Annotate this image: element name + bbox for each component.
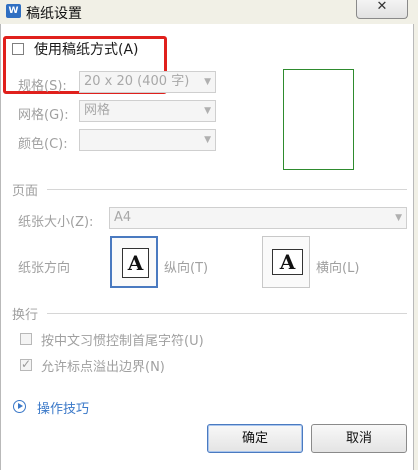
portrait-page-icon: A <box>122 248 149 278</box>
use-manuscript-label[interactable]: 使用稿纸方式(A) <box>34 39 139 59</box>
grid-select[interactable]: 网格 ▼ <box>79 100 216 122</box>
paper-size-select[interactable]: A4 ▼ <box>109 207 407 229</box>
close-button[interactable]: ✕ <box>356 0 408 19</box>
color-label: 颜色(C): <box>18 137 68 152</box>
use-manuscript-checkbox[interactable] <box>12 43 24 55</box>
page-section-title: 页面 <box>12 184 39 199</box>
grid-label: 网格(G): <box>18 108 69 123</box>
spec-select-value: 20 x 20 (400 字) <box>84 74 190 89</box>
chevron-down-icon: ▼ <box>204 106 211 116</box>
window-title: 稿纸设置 <box>26 6 82 22</box>
tips-link[interactable]: 操作技巧 <box>37 398 89 417</box>
landscape-button[interactable]: A <box>262 236 310 288</box>
chevron-down-icon: ▼ <box>395 213 402 223</box>
landscape-page-icon: A <box>272 249 303 275</box>
paper-size-label: 纸张大小(Z): <box>18 215 94 230</box>
orientation-label: 纸张方向 <box>18 261 71 276</box>
cancel-button[interactable]: 取消 <box>311 424 407 453</box>
grid-select-value: 网格 <box>84 103 111 118</box>
wrap-option2-checkbox[interactable] <box>20 357 32 371</box>
color-select[interactable]: ▼ <box>79 129 216 151</box>
dialog-body: 使用稿纸方式(A) 规格(S): 20 x 20 (400 字) ▼ 网格(G)… <box>0 24 414 470</box>
ok-button[interactable]: 确定 <box>207 424 303 453</box>
spec-select[interactable]: 20 x 20 (400 字) ▼ <box>79 71 216 93</box>
portrait-label[interactable]: 纵向(T) <box>164 257 208 276</box>
play-circle-icon[interactable] <box>13 400 26 413</box>
title-bar: W 稿纸设置 ✕ <box>0 0 418 24</box>
wrap-section-title: 换行 <box>12 308 39 323</box>
paper-size-value: A4 <box>114 210 132 225</box>
wrap-option1-checkbox[interactable] <box>20 333 32 345</box>
wrap-option1-label[interactable]: 按中文习惯控制首尾字符(U) <box>41 330 204 349</box>
portrait-button[interactable]: A <box>110 236 158 288</box>
wrap-section-divider <box>47 313 407 314</box>
landscape-label[interactable]: 横向(L) <box>316 257 359 276</box>
preview-box <box>283 69 354 170</box>
chevron-down-icon: ▼ <box>204 135 211 145</box>
page-section-divider <box>47 189 407 190</box>
app-icon: W <box>6 4 21 18</box>
wrap-option2-label[interactable]: 允许标点溢出边界(N) <box>41 356 165 375</box>
chevron-down-icon: ▼ <box>204 77 211 87</box>
spec-label: 规格(S): <box>18 79 67 94</box>
